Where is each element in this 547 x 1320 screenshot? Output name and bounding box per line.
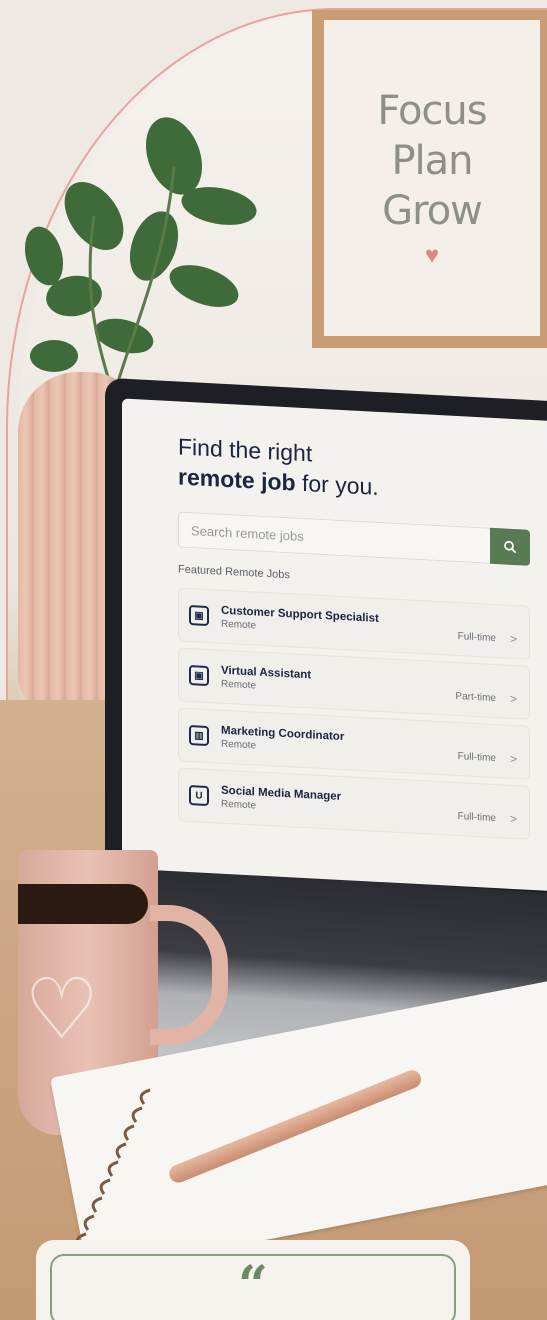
chevron-right-icon: >	[509, 691, 517, 707]
coffee	[18, 884, 148, 924]
u-logo-icon: U	[189, 784, 209, 807]
job-card-virtual-assistant[interactable]: ▣ Virtual Assistant Remote Part-time >	[178, 647, 530, 720]
heart-icon: ♥	[424, 242, 440, 269]
hero-heading-bold: remote job	[178, 463, 296, 496]
job-type: Full-time	[457, 810, 496, 824]
search-icon	[504, 540, 517, 554]
quote-card: “	[36, 1240, 470, 1320]
chevron-right-icon: >	[509, 811, 517, 827]
job-card-social-media-manager[interactable]: U Social Media Manager Remote Full-time …	[178, 767, 530, 840]
job-type: Full-time	[457, 750, 496, 764]
search-button[interactable]	[490, 527, 530, 566]
quote-inner-border: “	[50, 1254, 456, 1320]
job-card-customer-support[interactable]: ▣ Customer Support Specialist Remote Ful…	[178, 587, 530, 660]
job-text: Marketing Coordinator Remote	[221, 724, 458, 761]
bank-icon: ▥	[189, 724, 209, 747]
heart-icon: ♡	[24, 962, 100, 1056]
chevron-right-icon: >	[509, 751, 517, 767]
job-text: Virtual Assistant Remote	[221, 664, 455, 701]
search-bar	[178, 511, 530, 566]
search-input[interactable]	[178, 511, 490, 564]
poster-mat: Focus Plan Grow ♥	[324, 20, 540, 336]
building-icon: ▣	[189, 604, 209, 627]
poster-line-grow: Grow	[382, 188, 483, 234]
hero-heading-rest: for you.	[295, 469, 379, 500]
job-text: Customer Support Specialist Remote	[221, 604, 458, 641]
job-text: Social Media Manager Remote	[221, 784, 458, 821]
poster-line-focus: Focus	[377, 88, 487, 134]
quote-icon: “	[238, 1255, 268, 1316]
chevron-right-icon: >	[509, 631, 517, 647]
building-icon: ▣	[189, 664, 209, 687]
laptop-screen: Find the right remote job for you. Featu…	[122, 398, 547, 892]
job-type: Full-time	[457, 630, 496, 644]
wall-poster: Focus Plan Grow ♥	[312, 10, 547, 348]
job-type: Part-time	[455, 690, 496, 704]
promo-illustration: Focus Plan Grow ♥ Find the right remote …	[0, 0, 547, 1320]
poster-line-plan: Plan	[391, 138, 473, 184]
job-list: ▣ Customer Support Specialist Remote Ful…	[178, 587, 530, 840]
job-card-marketing-coordinator[interactable]: ▥ Marketing Coordinator Remote Full-time…	[178, 707, 530, 780]
